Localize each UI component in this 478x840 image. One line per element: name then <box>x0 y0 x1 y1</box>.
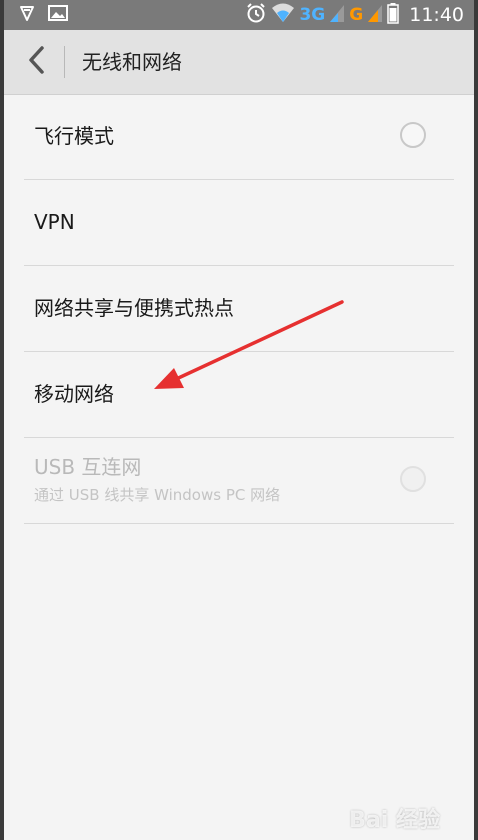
clock-time: 11:40 <box>409 4 464 26</box>
status-bar: 3G G 11:40 <box>4 0 474 30</box>
back-button[interactable] <box>18 44 54 80</box>
image-icon <box>48 4 68 26</box>
status-right-icons: 3G G 11:40 <box>245 2 464 28</box>
settings-list: 飞行模式 VPN 网络共享与便携式热点 移动网络 USB 互连网 通过 USB … <box>4 94 474 524</box>
vpn-item[interactable]: VPN <box>24 180 454 266</box>
usb-tethering-item: USB 互连网 通过 USB 线共享 Windows PC 网络 <box>24 438 454 524</box>
app-bar: 无线和网络 <box>4 30 474 95</box>
wifi-icon <box>271 2 295 28</box>
list-item-title: VPN <box>34 210 75 234</box>
list-item-title: USB 互连网 <box>34 455 142 479</box>
settings-screen: 3G G 11:40 无线和网络 飞行模式 VPN 网络共享与便携式热点 移动网… <box>4 0 474 840</box>
mobile-network-item[interactable]: 移动网络 <box>24 352 454 438</box>
tethering-hotspot-item[interactable]: 网络共享与便携式热点 <box>24 266 454 352</box>
list-item-title: 飞行模式 <box>34 124 114 148</box>
list-item-title: 移动网络 <box>34 382 114 406</box>
alarm-icon <box>245 2 267 28</box>
usb-tethering-toggle <box>400 466 426 492</box>
airplane-mode-toggle[interactable] <box>400 122 426 148</box>
back-chevron-icon <box>26 45 46 79</box>
signal-icon <box>329 3 345 27</box>
list-item-title: 网络共享与便携式热点 <box>34 296 234 320</box>
baidu-watermark: Bai 经验 <box>349 808 440 833</box>
page-title: 无线和网络 <box>82 50 182 74</box>
app-bar-divider <box>64 46 65 78</box>
status-left-icons <box>18 5 68 25</box>
shield-icon <box>18 4 36 26</box>
network-g-label: G <box>349 5 364 25</box>
airplane-mode-item[interactable]: 飞行模式 <box>24 94 454 180</box>
signal-icon <box>367 3 383 27</box>
network-3g-label: 3G <box>299 5 326 25</box>
battery-icon <box>387 2 399 28</box>
list-item-subtitle: 通过 USB 线共享 Windows PC 网络 <box>34 486 281 504</box>
